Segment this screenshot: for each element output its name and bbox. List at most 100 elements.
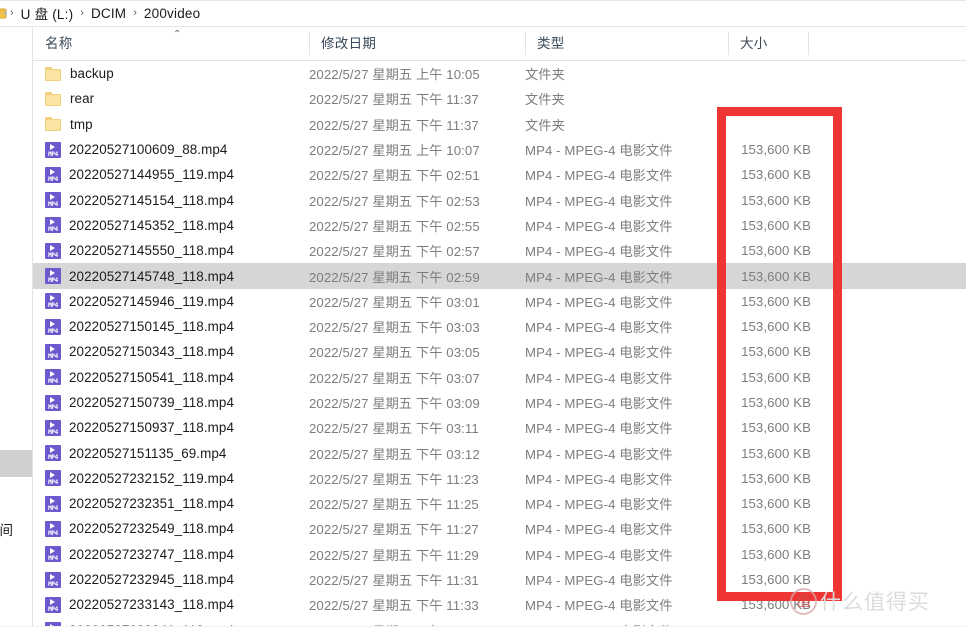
cell-file-size: 153,600 KB — [741, 496, 811, 512]
table-row[interactable]: MP4 20220527145550_118.mp4 2022/5/27 星期五 下… — [33, 238, 966, 263]
cell-name[interactable]: MP4 20220527145154_118.mp4 — [45, 192, 235, 209]
breadcrumb-item-drive[interactable]: U 盘 (L:) — [16, 1, 79, 25]
cell-name[interactable]: MP4 20220527232747_118.mp4 — [45, 546, 235, 563]
cell-modified-date: 2022/5/27 星期五 下午 11:31 — [309, 573, 479, 589]
breadcrumb-separator-2[interactable]: › — [131, 7, 139, 19]
file-name-label: 20220527233143_118.mp4 — [69, 597, 235, 613]
cell-modified-date: 2022/5/27 星期五 下午 11:37 — [309, 92, 479, 108]
table-row[interactable]: tmp 2022/5/27 星期五 下午 11:37 文件夹 — [33, 112, 966, 137]
table-row[interactable]: MP4 20220527145352_118.mp4 2022/5/27 星期五 下… — [33, 213, 966, 238]
cell-name[interactable]: MP4 20220527145748_118.mp4 — [45, 268, 235, 285]
cell-name[interactable]: MP4 20220527150937_118.mp4 — [45, 419, 234, 436]
file-list-pane[interactable]: 名称 ⌃ 修改日期 类型 大小 backup 2022/5/27 星期五 上午 1… — [33, 27, 966, 627]
file-name-label: 20220527145748_118.mp4 — [69, 268, 235, 284]
file-name-label: 20220527144955_119.mp4 — [69, 167, 235, 183]
table-row[interactable]: MP4 20220527100609_88.mp4 2022/5/27 星期五 上午… — [33, 137, 966, 162]
mp4-icon: MP4 — [45, 495, 61, 512]
cell-modified-date: 2022/5/27 星期五 下午 11:25 — [309, 497, 479, 513]
file-name-label: 20220527232747_118.mp4 — [69, 546, 235, 562]
table-row[interactable]: MP4 20220527151135_69.mp4 2022/5/27 星期五 下午… — [33, 440, 966, 465]
table-row[interactable]: MP4 20220527232747_118.mp4 2022/5/27 星期五 下… — [33, 542, 966, 567]
table-row[interactable]: backup 2022/5/27 星期五 上午 10:05 文件夹 — [33, 61, 966, 86]
table-row[interactable]: MP4 20220527150937_118.mp4 2022/5/27 星期五 下… — [33, 415, 966, 440]
table-row[interactable]: MP4 20220527233143_118.mp4 2022/5/27 星期五 下… — [33, 592, 966, 617]
table-row[interactable]: MP4 20220527145748_118.mp4 2022/5/27 星期五 下… — [33, 263, 966, 289]
table-row[interactable]: MP4 20220527150145_118.mp4 2022/5/27 星期五 下… — [33, 314, 966, 339]
cell-modified-date: 2022/5/27 星期五 上午 10:05 — [309, 67, 480, 83]
column-header-size[interactable]: 大小 — [728, 27, 808, 60]
cell-file-size: 153,600 KB — [741, 268, 811, 284]
folder-icon — [45, 117, 62, 132]
table-row[interactable]: MP4 20220527232549_118.mp4 2022/5/27 星期五 下… — [33, 516, 966, 541]
cell-name[interactable]: MP4 20220527232351_118.mp4 — [45, 495, 234, 512]
column-header-type[interactable]: 类型 — [525, 27, 728, 60]
file-name-label: 20220527145352_118.mp4 — [69, 217, 235, 233]
cell-modified-date: 2022/5/27 星期五 下午 11:27 — [309, 522, 479, 538]
table-row[interactable]: MP4 20220527232152_119.mp4 2022/5/27 星期五 下… — [33, 466, 966, 491]
cell-name[interactable]: MP4 20220527232549_118.mp4 — [45, 520, 234, 537]
column-header-name[interactable]: 名称 — [33, 27, 309, 60]
breadcrumb-separator-1[interactable]: › — [78, 7, 86, 19]
file-name-label: backup — [70, 66, 114, 82]
folder-icon — [45, 91, 62, 106]
cell-file-type: MP4 - MPEG-4 电影文件 — [525, 143, 673, 159]
cell-modified-date: 2022/5/27 星期五 下午 03:11 — [309, 421, 479, 437]
navigation-pane[interactable]: ) ) ) ) ) 空间 — [0, 27, 33, 627]
cell-file-type: MP4 - MPEG-4 电影文件 — [525, 497, 673, 513]
breadcrumb-item-dcim[interactable]: DCIM — [86, 4, 131, 23]
file-name-label: 20220527145946_119.mp4 — [69, 293, 235, 309]
table-row[interactable]: rear 2022/5/27 星期五 下午 11:37 文件夹 — [33, 86, 966, 111]
cell-file-size: 153,600 KB — [741, 546, 811, 562]
cell-name[interactable]: MP4 20220527100609_88.mp4 — [45, 141, 227, 158]
file-name-label: 20220527150739_118.mp4 — [69, 395, 235, 410]
cell-file-type: MP4 - MPEG-4 电影文件 — [525, 547, 673, 563]
cell-file-size: 153,600 KB — [741, 344, 811, 360]
table-row[interactable]: MP4 20220527145154_118.mp4 2022/5/27 星期五 下… — [33, 187, 966, 212]
cell-name[interactable]: backup — [45, 66, 114, 81]
cell-name[interactable]: MP4 20220527145352_118.mp4 — [45, 217, 235, 234]
cell-file-size: 153,600 KB — [741, 572, 811, 588]
mp4-icon: MP4 — [45, 419, 61, 436]
column-header-date[interactable]: 修改日期 — [309, 27, 525, 60]
cell-file-type: MP4 - MPEG-4 电影文件 — [525, 269, 673, 285]
cell-name[interactable]: MP4 20220527144955_119.mp4 — [45, 166, 235, 183]
column-header-row[interactable]: 名称 ⌃ 修改日期 类型 大小 — [33, 27, 966, 61]
cell-name[interactable]: MP4 20220527145550_118.mp4 — [45, 242, 234, 259]
table-row[interactable]: MP4 20220527145946_119.mp4 2022/5/27 星期五 下… — [33, 289, 966, 314]
cell-file-type: MP4 - MPEG-4 电影文件 — [525, 244, 673, 260]
file-name-label: rear — [70, 91, 95, 107]
cell-file-size: 153,600 KB — [741, 521, 811, 537]
cell-name[interactable]: MP4 20220527233143_118.mp4 — [45, 596, 235, 613]
column-divider-4[interactable] — [808, 32, 809, 55]
cell-file-size: 153,600 KB — [741, 167, 811, 183]
cell-name[interactable]: MP4 20220527150739_118.mp4 — [45, 394, 235, 411]
breadcrumb-item-200video[interactable]: 200video — [139, 4, 205, 23]
cell-name[interactable]: MP4 20220527151135_69.mp4 — [45, 445, 226, 462]
cell-name[interactable]: MP4 20220527150145_118.mp4 — [45, 318, 234, 335]
cell-modified-date: 2022/5/27 星期五 下午 03:03 — [309, 320, 480, 336]
file-name-label: 20220527145154_118.mp4 — [69, 192, 235, 208]
cell-file-type: 文件夹 — [525, 67, 565, 83]
nav-item-selected[interactable] — [0, 450, 32, 477]
cell-modified-date: 2022/5/27 星期五 下午 02:55 — [309, 218, 480, 234]
table-row[interactable]: MP4 20220527232351_118.mp4 2022/5/27 星期五 下… — [33, 491, 966, 516]
cell-name[interactable]: MP4 20220527150343_118.mp4 — [45, 343, 234, 360]
cell-name[interactable]: rear — [45, 91, 94, 106]
cell-name[interactable]: MP4 20220527145946_119.mp4 — [45, 293, 235, 310]
cell-name[interactable]: MP4 20220527232945_118.mp4 — [45, 571, 234, 588]
table-row[interactable]: MP4 20220527150739_118.mp4 2022/5/27 星期五 下… — [33, 390, 966, 415]
cell-file-size: 153,600 KB — [741, 192, 811, 208]
cell-file-size: 153,600 KB — [741, 395, 811, 410]
cell-name[interactable]: MP4 20220527150541_118.mp4 — [45, 369, 234, 386]
cell-file-size: 153,600 KB — [741, 319, 811, 335]
cell-file-size: 153,600 KB — [741, 597, 811, 613]
table-row[interactable]: MP4 20220527150343_118.mp4 2022/5/27 星期五 下… — [33, 339, 966, 364]
table-row[interactable]: MP4 20220527232945_118.mp4 2022/5/27 星期五 下… — [33, 567, 966, 592]
cell-name[interactable]: tmp — [45, 117, 93, 132]
nav-item-space-label[interactable]: 空间 — [0, 519, 13, 539]
table-row[interactable]: MP4 20220527144955_119.mp4 2022/5/27 星期五 下… — [33, 162, 966, 187]
table-row[interactable]: MP4 20220527150541_118.mp4 2022/5/27 星期五 下… — [33, 365, 966, 390]
address-bar[interactable]: › U 盘 (L:) › DCIM › 200video — [0, 0, 966, 27]
cell-name[interactable]: MP4 20220527232152_119.mp4 — [45, 470, 234, 487]
cell-modified-date: 2022/5/27 星期五 上午 10:07 — [309, 143, 480, 159]
